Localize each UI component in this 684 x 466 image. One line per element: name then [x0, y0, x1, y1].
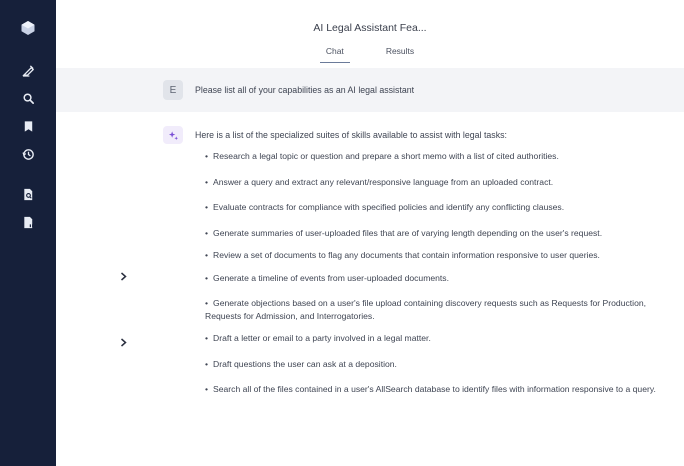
page-title: AI Legal Assistant Fea... — [313, 22, 427, 34]
document-quote-icon[interactable] — [20, 214, 36, 230]
list-item: • Draft questions the user can ask at a d… — [205, 358, 397, 369]
list-item: • Search all of the files contained in a … — [205, 384, 656, 394]
tab-results[interactable]: Results — [380, 46, 420, 63]
bookmark-icon[interactable] — [20, 118, 36, 134]
list-item: • Draft a letter or email to a party invo… — [205, 333, 431, 343]
list-item: • Evaluate contracts for compliance with … — [205, 202, 565, 212]
list-item: • Research a legal topic or question and … — [205, 151, 559, 161]
chevron-right-icon[interactable] — [118, 337, 128, 347]
chat-header: AI Legal Assistant Fea... Chat Results — [56, 0, 684, 68]
tab-bar: Chat Results — [319, 46, 420, 63]
list-item: • Generate summaries of user-uploaded fil… — [205, 227, 603, 238]
assistant-intro: Here is a list of the specialized suites… — [195, 130, 507, 140]
chat-panel: AI Legal Assistant Fea... Chat Results E… — [56, 0, 684, 466]
list-item: • Answer a query and extract any relevant… — [205, 176, 554, 187]
tab-chat[interactable]: Chat — [319, 46, 350, 63]
capabilities-list: • Research a legal topic or question and … — [195, 150, 657, 406]
sidebar — [0, 0, 56, 466]
list-item: • Generate a timeline of events from user… — [205, 272, 449, 283]
user-message-text: Please list all of your capabilities as … — [195, 85, 415, 95]
ai-sparkle-icon — [163, 126, 183, 144]
assistant-message: Here is a list of the specialized suites… — [56, 112, 684, 466]
document-search-icon[interactable] — [20, 186, 36, 202]
user-avatar: E — [163, 80, 183, 100]
list-item: • Review a set of documents to flag any d… — [205, 250, 600, 260]
search-icon[interactable] — [20, 90, 36, 106]
logo-icon[interactable] — [20, 20, 36, 36]
history-icon[interactable] — [20, 146, 36, 162]
pen-icon[interactable] — [20, 62, 36, 78]
chevron-right-icon[interactable] — [118, 271, 128, 281]
user-message: E Please list all of your capabilities a… — [56, 68, 684, 112]
list-item: • Generate objections based on a user's f… — [205, 298, 647, 321]
